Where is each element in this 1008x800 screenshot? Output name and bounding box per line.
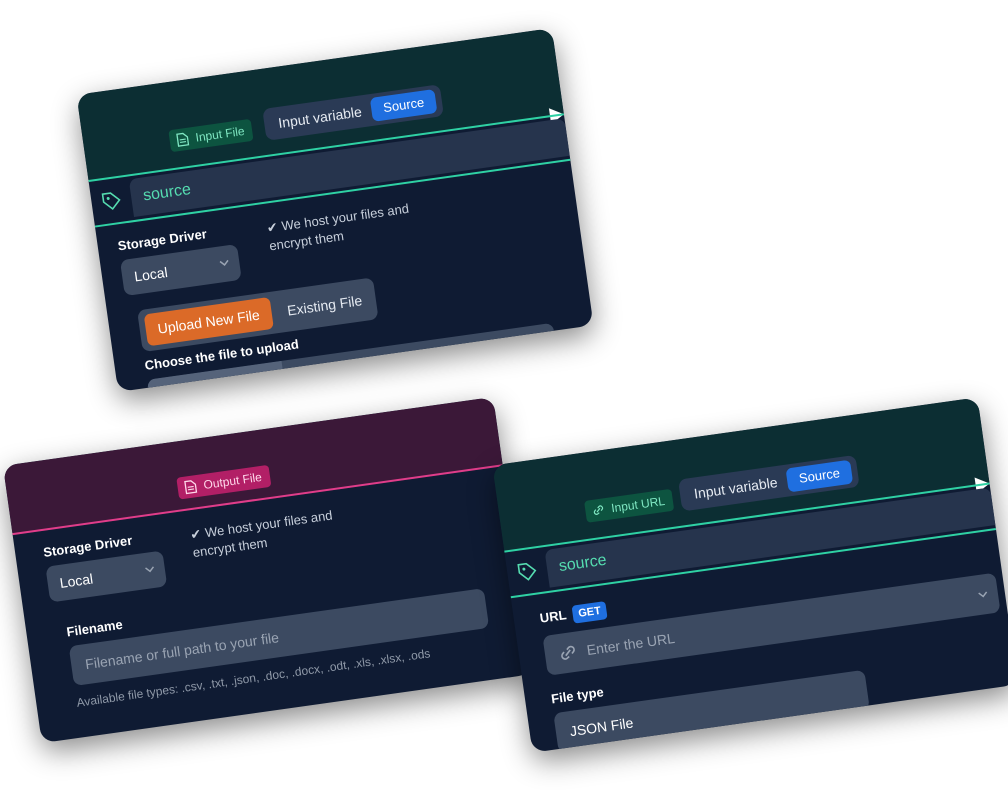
hosting-note-text: We host your files and encrypt them <box>268 200 410 254</box>
input-variable-label: Input variable <box>692 474 779 502</box>
source-button[interactable]: Source <box>785 459 854 493</box>
input-variable-box: Input variable Source <box>677 454 860 512</box>
output-file-header: Output File <box>2 396 503 536</box>
input-variable-box: Input variable Source <box>262 84 445 141</box>
chevron-down-icon <box>978 591 988 598</box>
input-url-card: Input URL Input variable Source source U… <box>492 397 1008 753</box>
link-icon <box>593 505 604 515</box>
url-input[interactable]: Enter the URL <box>542 572 1001 676</box>
hosting-note: ✔ We host your files and encrypt them <box>266 197 429 255</box>
storage-driver-select[interactable]: Local <box>119 244 242 297</box>
chosen-file-name: Aucun fichier choisi <box>297 356 420 389</box>
tag-icon <box>504 547 550 596</box>
input-url-badge: Input URL <box>584 488 675 523</box>
output-file-card: Output File Storage Driver Local ✔ We hos… <box>2 396 533 744</box>
output-file-badge-label: Output File <box>202 469 263 493</box>
input-file-badge: Input File <box>168 118 254 153</box>
input-file-badge-label: Input File <box>194 123 246 145</box>
input-variable-label: Input variable <box>277 103 363 131</box>
file-types-help: Available file types: .csv, .txt, .json,… <box>154 380 510 392</box>
file-type-select[interactable]: JSON File <box>553 669 870 753</box>
url-placeholder: Enter the URL <box>585 629 676 659</box>
input-file-card: Input File Input variable Source source … <box>76 28 594 392</box>
hosting-note: ✔ We host your files and encrypt them <box>189 504 352 562</box>
check-icon: ✔ <box>265 219 279 236</box>
chevron-down-icon <box>219 259 229 266</box>
tag-icon <box>89 176 135 225</box>
storage-driver-value: Local <box>133 263 169 285</box>
output-file-badge: Output File <box>176 464 272 500</box>
file-type-label: File type <box>550 684 605 707</box>
check-icon: ✔ <box>189 525 203 543</box>
http-method-badge: GET <box>571 601 609 624</box>
link-icon <box>561 645 575 660</box>
url-label-text: URL <box>538 607 568 626</box>
tab-upload-new-file[interactable]: Upload New File <box>143 297 274 347</box>
tab-existing-file[interactable]: Existing File <box>278 291 371 320</box>
hosting-note-text: We host your files and encrypt them <box>191 507 334 561</box>
filename-label: Filename <box>65 616 124 640</box>
storage-driver-value: Local <box>58 570 95 591</box>
storage-driver-select[interactable]: Local <box>45 550 168 603</box>
file-icon <box>176 132 190 147</box>
input-url-badge-label: Input URL <box>610 493 666 516</box>
url-label: URL GET <box>538 601 609 628</box>
chevron-down-icon <box>145 566 155 573</box>
source-button[interactable]: Source <box>369 88 438 122</box>
file-icon <box>184 480 198 495</box>
